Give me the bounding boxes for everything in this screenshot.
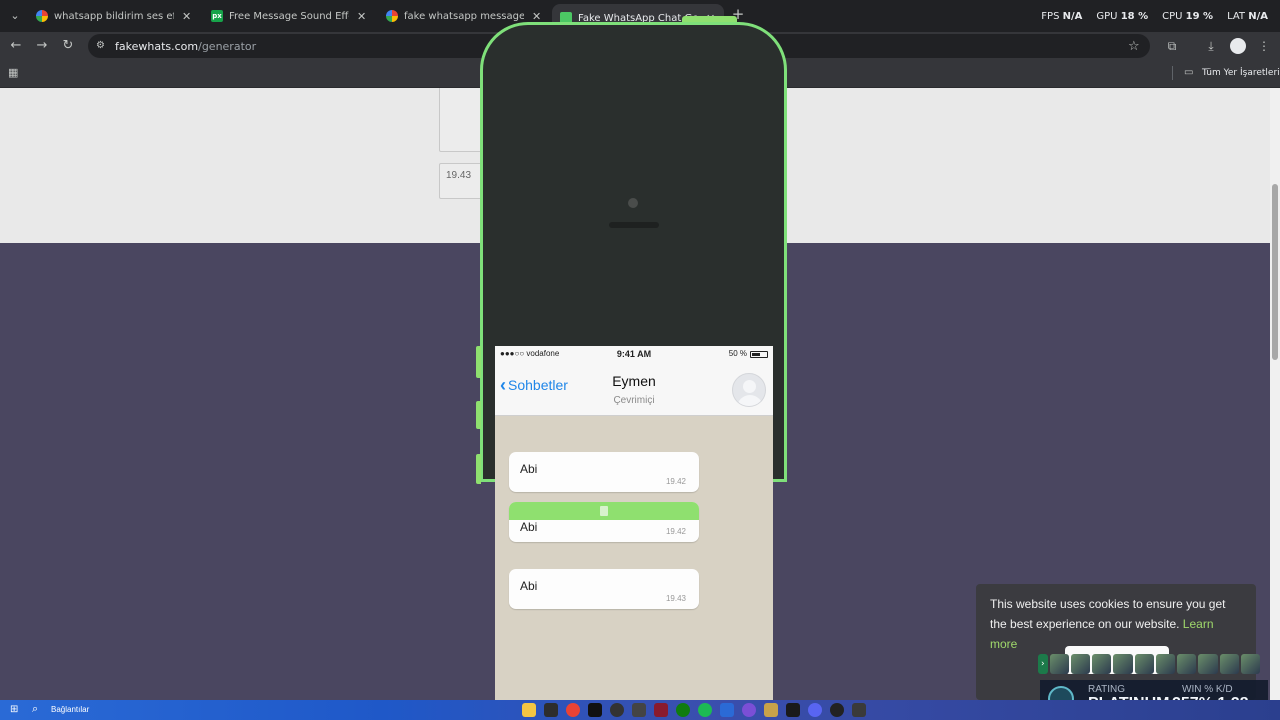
lat-stat: LAT N/A [1227,11,1268,22]
close-icon[interactable]: ✕ [357,10,366,23]
phone-screen: ●●●○○ vodafone 9:41 AM 50 % ‹ Sohbetler … [495,346,773,706]
menu-kebab-icon[interactable]: ⋮ [1256,38,1272,54]
message-time: 19.43 [665,594,686,603]
gpu-stat: GPU 18 % [1096,11,1149,22]
google-icon [386,10,398,22]
message-text: Abi [520,520,538,534]
hero-portrait-icon [1219,654,1239,674]
apps-grid-icon[interactable]: ▦ [8,67,20,79]
windows-start-icon[interactable]: ⊞ [10,704,22,716]
ios-status-bar: ●●●○○ vodafone 9:41 AM 50 % [495,346,773,362]
windows-taskbar: ⊞ ⌕ Bağlantılar [0,700,1280,720]
app-icon[interactable] [610,703,624,717]
rating-label: RATING [1088,684,1126,695]
chrome-icon[interactable] [566,703,580,717]
file-explorer-icon[interactable] [522,703,536,717]
spotify-icon[interactable] [698,703,712,717]
tiktok-icon[interactable] [588,703,602,717]
app-icon[interactable] [830,703,844,717]
hero-portrait-icon [1177,654,1197,674]
battery-percent: 50 % [728,349,747,358]
terminal-icon[interactable] [786,703,800,717]
expand-arrow-icon[interactable]: › [1038,654,1048,674]
tab-search-chevron-icon[interactable]: ⌄ [7,8,23,24]
taskbar-search-label[interactable]: Bağlantılar [51,705,89,714]
tab-whatsapp-sound[interactable]: whatsapp bildirim ses efekti - G ✕ [28,4,200,28]
contact-status: Çevrimiçi [613,395,655,406]
performance-stats: FPS N/A GPU 18 % CPU 19 % LAT N/A [1041,11,1268,22]
bookmarks-separator [1172,66,1173,80]
chat-message-selected[interactable]: Abi 19.42 [509,502,699,542]
message-time: 19.42 [665,477,686,486]
message-text: Abi [520,462,538,476]
overlay-hero-strip: › [1038,654,1260,676]
all-bookmarks-link[interactable]: Tüm Yer İşaretleri [1202,68,1280,78]
close-icon[interactable]: ✕ [182,10,191,23]
phone-speaker [609,222,659,228]
phone-volume-down-button [476,454,481,484]
app-icon[interactable] [720,703,734,717]
hero-portrait-icon [1113,654,1133,674]
message-delete-bar[interactable] [509,502,699,520]
hero-portrait-icon [1092,654,1112,674]
xbox-icon[interactable] [676,703,690,717]
trash-icon[interactable] [600,506,608,516]
app-icon[interactable] [632,703,646,717]
tab-free-message-sound[interactable]: px Free Message Sound Effects Do ✕ [203,4,375,28]
discord-icon[interactable] [808,703,822,717]
taskbar-app-icons [522,703,866,717]
bookmark-star-icon[interactable]: ☆ [1128,39,1140,54]
scrollbar-thumb[interactable] [1272,184,1278,360]
message-time: 19.42 [665,527,686,536]
app-icon[interactable] [544,703,558,717]
contact-avatar-icon[interactable] [732,373,766,407]
extensions-puzzle-icon[interactable]: ⧉ [1164,38,1180,54]
phone-mute-button [476,346,481,378]
url-text[interactable]: fakewhats.com/generator [115,40,256,53]
app-icon[interactable] [654,703,668,717]
pixabay-icon: px [211,10,223,22]
tab-title: whatsapp bildirim ses efekti - G [54,10,174,22]
message-text: Abi [520,579,538,593]
reload-icon[interactable]: ↻ [60,38,76,54]
folder-icon: ▭ [1184,67,1194,78]
download-icon[interactable]: ⤓ [1203,38,1219,54]
site-settings-icon[interactable]: ⚙ [96,40,108,52]
tab-title: fake whatsapp message - Goog [404,10,524,22]
phone-volume-up-button [476,401,481,429]
chat-message[interactable]: Abi 19.42 [509,452,699,492]
chat-header: ‹ Sohbetler Eymen Çevrimiçi [495,362,773,416]
chat-message[interactable]: Abi 19.43 [509,569,699,609]
hero-portrait-icon [1155,654,1176,674]
back-arrow-icon[interactable]: ← [8,38,24,54]
tab-title: Free Message Sound Effects Do [229,10,349,22]
app-icon[interactable] [764,703,778,717]
battery-icon [750,351,768,358]
hero-portrait-icon [1049,654,1069,674]
cpu-stat: CPU 19 % [1162,11,1214,22]
hero-portrait-icon [1240,654,1260,674]
forward-arrow-icon[interactable]: → [34,38,50,54]
close-icon[interactable]: ✕ [532,10,541,23]
profile-avatar-icon[interactable] [1230,38,1246,54]
hero-portrait-icon [1070,654,1091,674]
app-icon[interactable] [852,703,866,717]
page-scrollbar[interactable] [1270,88,1280,700]
hero-portrait-icon [1198,654,1218,674]
google-icon [36,10,48,22]
phone-camera [628,198,638,208]
win-kd-label: WIN % K/D [1182,684,1233,695]
fps-stat: FPS N/A [1041,11,1083,22]
hero-portrait-icon [1134,654,1154,674]
search-icon[interactable]: ⌕ [32,703,44,715]
app-icon[interactable] [742,703,756,717]
